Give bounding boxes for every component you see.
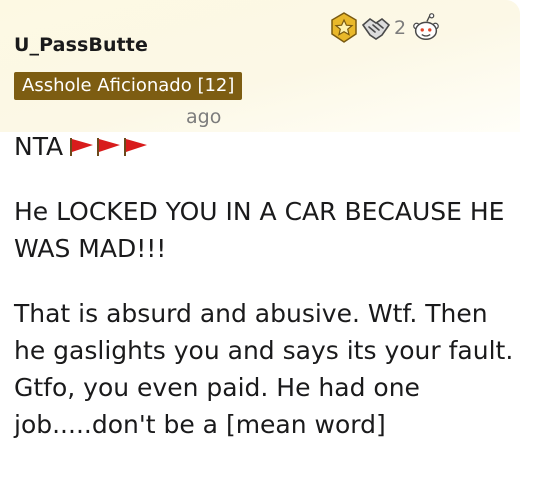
awards-bar[interactable]: 2 — [328, 10, 442, 46]
wholesome-handshake-award-icon[interactable] — [360, 12, 392, 44]
red-flag-icon — [70, 137, 94, 156]
verdict-text: NTA — [14, 132, 64, 161]
red-flags — [69, 137, 150, 157]
red-flag-icon — [97, 137, 121, 156]
comment-body: NTA He LOCKED YOU IN A CAR BECAUSE HE WA… — [14, 128, 524, 471]
user-flair: Asshole Aficionado [12] — [14, 72, 243, 100]
red-flag-icon — [124, 137, 148, 156]
award-count: 2 — [394, 17, 407, 39]
verdict-line: NTA — [14, 128, 524, 165]
comment-paragraph: That is absurd and abusive. Wtf. Then he… — [14, 299, 514, 439]
snoo-award-icon[interactable] — [410, 12, 442, 44]
comment-card: U_PassButte Asshole Aficionado [12] ago … — [0, 0, 536, 486]
comment-timestamp[interactable]: ago — [186, 106, 221, 128]
gold-star-award-icon[interactable] — [328, 12, 360, 44]
comment-paragraph: He LOCKED YOU IN A CAR BECAUSE HE WAS MA… — [14, 197, 505, 263]
comment-author[interactable]: U_PassButte — [14, 34, 148, 56]
